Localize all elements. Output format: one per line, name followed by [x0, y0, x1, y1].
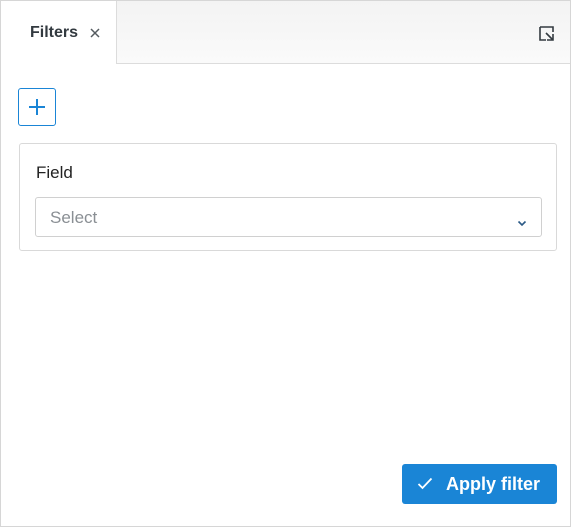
add-filter-button[interactable]: [18, 88, 56, 126]
popout-icon[interactable]: [538, 25, 556, 43]
apply-filter-label: Apply filter: [446, 474, 541, 494]
check-icon: [417, 477, 433, 495]
tab-filters-label: Filters: [30, 24, 79, 41]
chevron-down-icon: [517, 214, 527, 232]
field-select-placeholder: Select: [50, 208, 98, 227]
close-icon[interactable]: [88, 26, 102, 40]
apply-filter-button[interactable]: Apply filter: [402, 464, 557, 504]
field-select[interactable]: Select: [35, 197, 542, 237]
tab-bar: Filters: [1, 1, 570, 64]
filters-panel: Filters Field Select Apply filter: [0, 0, 571, 527]
tab-filters[interactable]: Filters: [1, 1, 117, 64]
field-label: Field: [36, 163, 73, 182]
plus-icon: [29, 99, 45, 115]
filter-field-card: Field Select: [19, 143, 557, 251]
